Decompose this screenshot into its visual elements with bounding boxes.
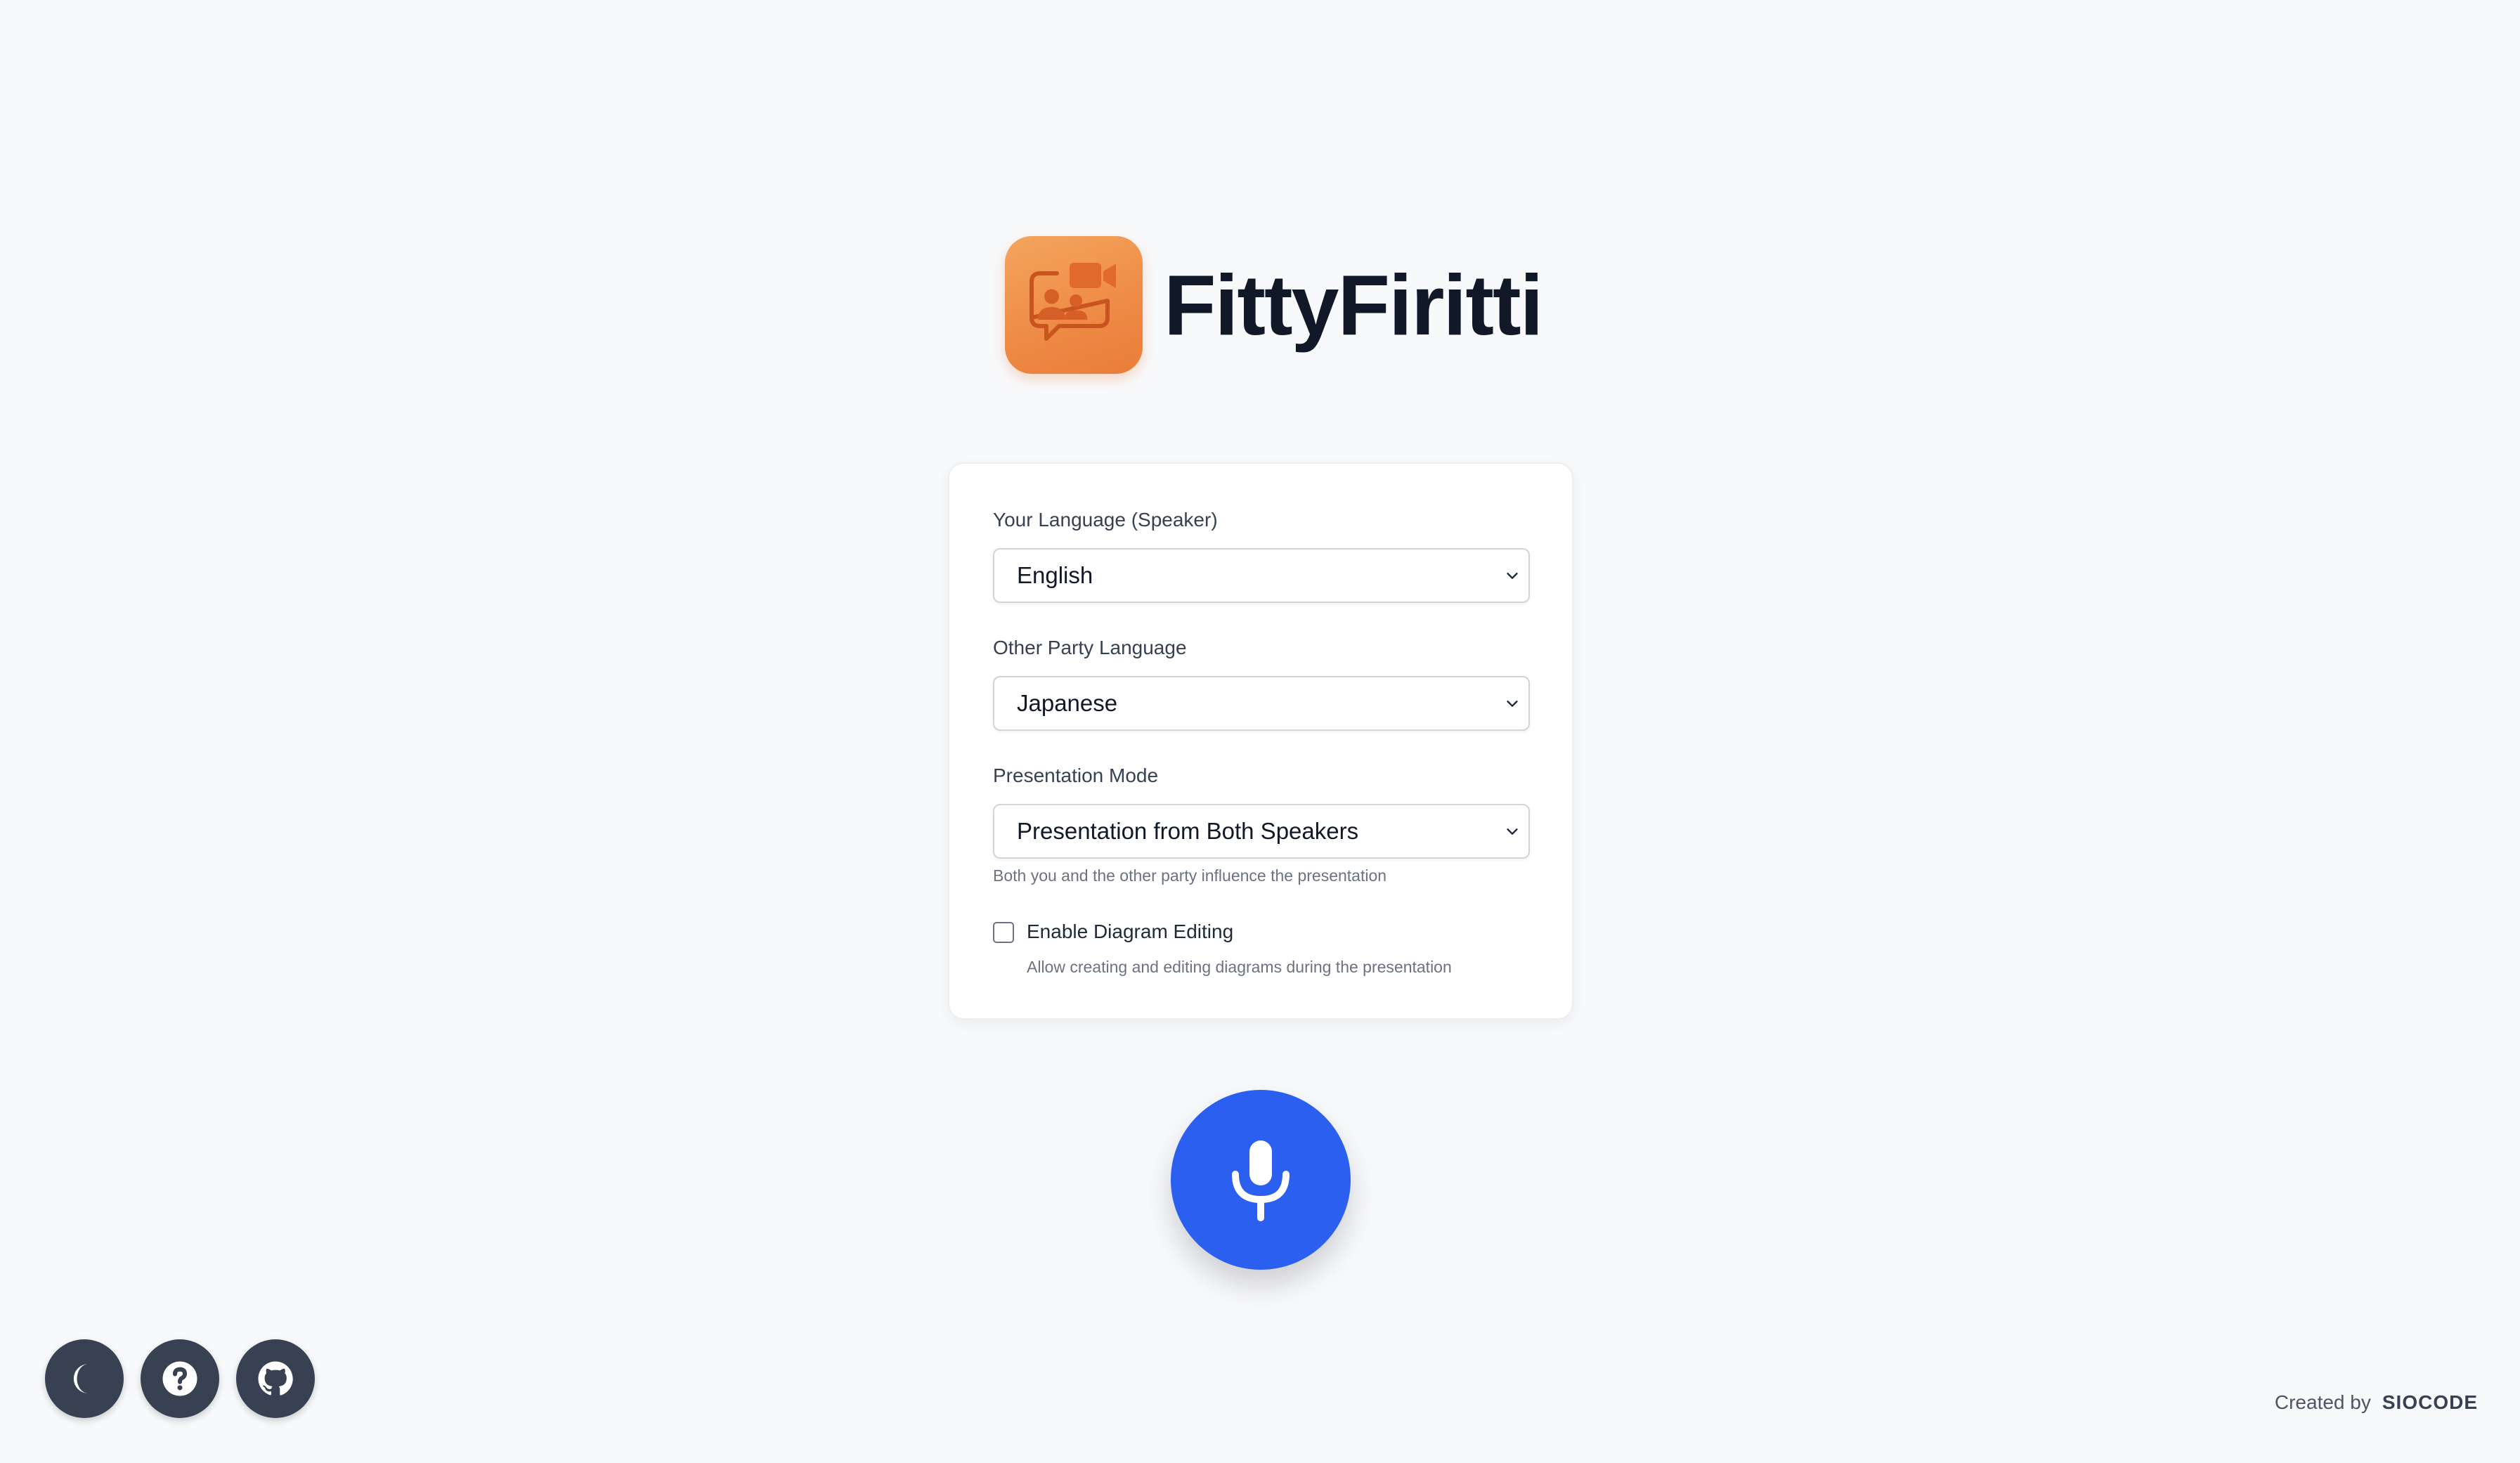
theme-toggle-button[interactable] xyxy=(45,1339,124,1418)
github-button[interactable] xyxy=(236,1339,315,1418)
other-language-label: Other Party Language xyxy=(993,637,1187,658)
app-title: FittyFiritti xyxy=(1164,257,1543,353)
other-language-select[interactable]: Japanese xyxy=(993,676,1530,731)
other-language-value: Japanese xyxy=(1017,690,1118,716)
author-link[interactable]: SIOCODE xyxy=(2382,1391,2478,1414)
chevron-down-icon xyxy=(1507,701,1518,707)
github-icon xyxy=(258,1361,293,1396)
created-by-text: Created by xyxy=(2274,1391,2371,1413)
presentation-mode-helper: Both you and the other party influence t… xyxy=(993,866,1387,885)
moon-icon xyxy=(73,1364,89,1393)
microphone-icon xyxy=(1232,1140,1290,1221)
speaker-language-select[interactable]: English xyxy=(993,548,1530,603)
app-page: FittyFiritti Your Language (Speaker) Eng… xyxy=(0,0,2520,1463)
diagram-editing-helper: Allow creating and editing diagrams duri… xyxy=(1027,958,1452,976)
presentation-mode-select[interactable]: Presentation from Both Speakers xyxy=(993,804,1530,859)
presentation-mode-value: Presentation from Both Speakers xyxy=(1017,818,1359,844)
video-chat-people-icon xyxy=(1005,236,1143,374)
presentation-mode-label: Presentation Mode xyxy=(993,765,1159,786)
settings-card: Your Language (Speaker) English Other Pa… xyxy=(948,462,1573,1020)
diagram-editing-label[interactable]: Enable Diagram Editing xyxy=(1027,921,1233,943)
microphone-button[interactable] xyxy=(1171,1090,1351,1270)
speaker-language-value: English xyxy=(1017,562,1093,588)
brand-header: FittyFiritti xyxy=(1005,236,1543,374)
speaker-language-label: Your Language (Speaker) xyxy=(993,509,1218,531)
diagram-editing-checkbox[interactable] xyxy=(993,922,1014,943)
help-button[interactable] xyxy=(141,1339,219,1418)
chevron-down-icon xyxy=(1507,828,1518,835)
chevron-down-icon xyxy=(1507,573,1518,579)
footer-credit: Created by SIOCODE xyxy=(2275,1391,2478,1414)
help-icon xyxy=(162,1361,197,1396)
